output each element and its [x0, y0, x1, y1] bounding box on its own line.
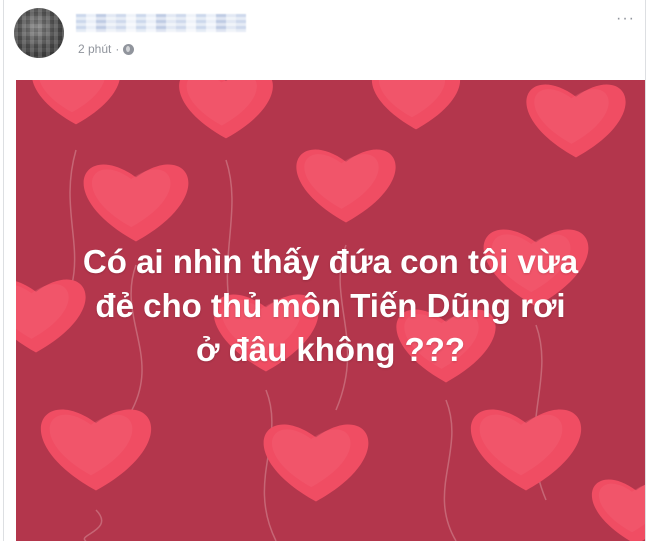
more-options-icon[interactable]: ···	[616, 10, 635, 28]
post-header: 2 phút · ···	[4, 0, 645, 80]
post-timestamp[interactable]: 2 phút	[78, 42, 111, 56]
post-text-line-1: Có ai nhìn thấy đứa con tôi vừa	[82, 243, 579, 280]
post-image-text: Có ai nhìn thấy đứa con tôi vừa đẻ cho t…	[16, 240, 645, 372]
post-card: 2 phút · ··· Có ai nhìn thấy đứa con tôi…	[3, 0, 646, 541]
globe-icon[interactable]	[123, 43, 135, 55]
post-meta: 2 phút ·	[78, 42, 135, 56]
balloon-string	[83, 509, 103, 541]
author-name-blurred[interactable]	[76, 14, 246, 32]
post-text-line-2: đẻ cho thủ môn Tiến Dũng rơi	[95, 287, 566, 324]
heart-highlight	[599, 483, 645, 533]
post-image[interactable]: Có ai nhìn thấy đứa con tôi vừa đẻ cho t…	[16, 80, 645, 541]
balloon-string	[443, 399, 457, 541]
post-text-line-3: ở đâu không ???	[195, 331, 466, 368]
author-avatar[interactable]	[14, 8, 64, 58]
meta-separator: ·	[115, 42, 120, 56]
